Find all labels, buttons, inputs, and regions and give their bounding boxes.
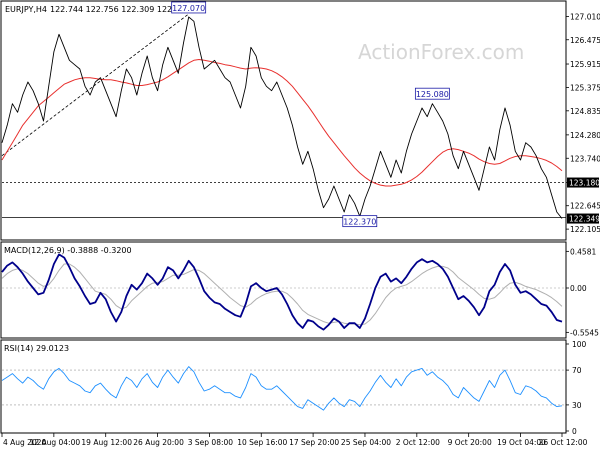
x-tick-label: 19 Aug 12:00 [81, 438, 132, 447]
rsi-panel-frame [0, 339, 567, 434]
rsi-tick-label: 100 [572, 340, 587, 349]
annotation-label: 127.070 [172, 4, 205, 13]
macd-tick-label: 0.4581 [570, 247, 596, 256]
macd-panel-frame [0, 241, 567, 339]
macd-tick-label: -0.5545 [570, 328, 599, 337]
macd-label: MACD(12,26,9) -0.3888 -0.3200 [4, 246, 132, 255]
watermark: ActionForex.com [358, 40, 524, 64]
price-panel: EURJPY,H4 122.744 122.756 122.309 122.34… [0, 0, 600, 241]
price-tick-label: 125.915 [570, 60, 600, 69]
x-tick-label: 12 Aug 04:00 [30, 438, 81, 447]
rsi-tick-label: 0 [572, 427, 577, 436]
macd-tick-label: 0.00 [570, 284, 587, 293]
price-tick-label: 122.645 [570, 202, 600, 211]
instrument-label: EURJPY,H4 [5, 5, 47, 14]
horizontal-level-label: 123.180 [569, 179, 600, 188]
price-tick-label: 126.475 [570, 36, 600, 45]
x-tick-label: 9 Oct 20:00 [448, 438, 492, 447]
price-panel-frame [0, 0, 567, 241]
x-tick-label: 2 Oct 12:00 [396, 438, 440, 447]
price-tick-label: 125.375 [570, 83, 600, 92]
price-tick-label: 123.740 [570, 154, 600, 163]
x-tick-label: 26 Oct 12:00 [539, 438, 588, 447]
last-price-label: 122.349 [569, 215, 600, 224]
macd-panel: MACD(12,26,9) -0.3888 -0.3200 0.4581 0.00… [0, 241, 599, 339]
x-tick-label: 10 Sep 16:00 [237, 438, 287, 447]
price-tick-label: 124.280 [570, 131, 600, 140]
ohlc-label: 122.744 122.756 122.309 122.349 [50, 5, 190, 14]
x-tick-label: 25 Sep 04:00 [341, 438, 391, 447]
rsi-tick-label: 70 [572, 366, 582, 375]
rsi-tick-label: 30 [572, 401, 582, 410]
forex-chart: EURJPY,H4 122.744 122.756 122.309 122.34… [0, 0, 600, 450]
price-tick-label: 124.835 [570, 107, 600, 116]
annotation-label: 125.080 [416, 90, 449, 99]
x-tick-label: 26 Aug 20:00 [133, 438, 184, 447]
x-tick-label: 17 Sep 20:00 [289, 438, 339, 447]
rsi-label: RSI(14) 29.0123 [4, 344, 69, 353]
rsi-panel: RSI(14) 29.0123 100 70 30 0 [0, 339, 587, 436]
annotation-label: 122.370 [343, 218, 376, 227]
price-tick-label: 122.105 [570, 225, 600, 234]
price-tick-label: 127.010 [570, 13, 600, 22]
x-tick-label: 3 Sep 08:00 [188, 438, 234, 447]
